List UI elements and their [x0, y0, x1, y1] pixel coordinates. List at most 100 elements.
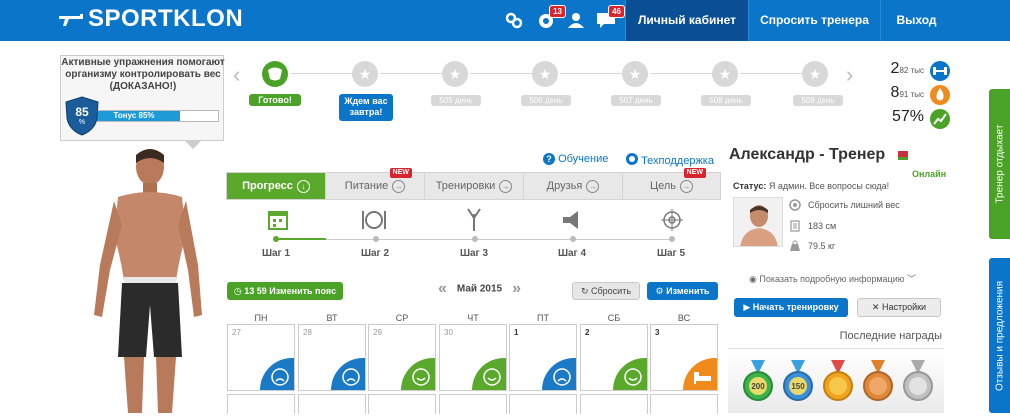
nav-ask-trainer[interactable]: Спросить тренера [748, 0, 880, 41]
tab-goal[interactable]: Цель → NEW [623, 168, 720, 199]
play-icon: ▶ [743, 302, 751, 312]
steps-line-active [276, 238, 326, 240]
medal-green[interactable]: 200 [741, 360, 775, 412]
link-icon[interactable] [503, 10, 525, 30]
plate-cutlery-icon[interactable] [360, 207, 388, 233]
side-tab-feedback[interactable]: Отзывы и предложения [989, 258, 1010, 413]
messages-icon[interactable]: 46 [595, 5, 625, 30]
calendar-day[interactable] [509, 394, 577, 414]
timeline-day-label: 506 день [521, 95, 571, 106]
calendar-day[interactable] [298, 394, 366, 414]
link-support-label: Техподдержка [641, 155, 714, 167]
tab-friends-label: Друзья [546, 180, 583, 192]
status-label: Статус: [733, 181, 767, 191]
messages-badge: 46 [608, 5, 625, 18]
info-box: Активные упражнения помогают организму к… [60, 55, 225, 141]
flag-icon [896, 151, 908, 160]
change-button[interactable]: ⚙ Изменить [647, 282, 718, 300]
gear-icon: ⚙ [655, 286, 664, 296]
calendar-day[interactable]: 28 [298, 324, 366, 391]
step-label[interactable]: Шаг 5 [641, 248, 701, 259]
arrow-right-icon: → [392, 179, 406, 193]
timeline-line [740, 73, 802, 74]
notifications-icon[interactable]: 13 [536, 5, 566, 30]
change-label: Изменить [666, 286, 710, 296]
calendar-day[interactable]: 1 [509, 324, 577, 391]
calendar-day[interactable]: 2 [580, 324, 648, 391]
calendar-day[interactable] [368, 394, 436, 414]
megaphone-icon[interactable] [558, 207, 586, 233]
shield-value: 85 [75, 105, 89, 119]
timeline-node-star[interactable]: ★ [532, 61, 558, 87]
link-support[interactable]: Техподдержка [626, 153, 714, 167]
timeline-node-star[interactable]: ★ [352, 61, 378, 87]
start-workout-button[interactable]: ▶ Начать тренировку [734, 298, 848, 317]
timeline-node-star[interactable]: ★ [442, 61, 468, 87]
nav-personal-cabinet[interactable]: Личный кабинет [625, 0, 748, 41]
step-label[interactable]: Шаг 4 [542, 248, 602, 259]
medal-gold[interactable] [821, 360, 855, 412]
trainer-name[interactable]: Александр - Тренер [729, 146, 885, 164]
tab-progress[interactable]: Прогресс ↓ [227, 173, 326, 199]
stat-progress-value: 57% [891, 108, 924, 125]
weekday-label: СБ [607, 313, 621, 323]
calendar-icon[interactable] [264, 207, 292, 233]
happy-face-icon [401, 358, 435, 390]
reset-button[interactable]: ↻ Сбросить [572, 282, 640, 300]
timeline-node-star[interactable]: ★ [802, 61, 828, 87]
logo-text[interactable]: SPORTKLON [88, 5, 243, 33]
trainer-avatar[interactable] [733, 197, 783, 247]
dumbbell-icon [930, 61, 950, 81]
nav-exit[interactable]: Выход [880, 0, 952, 41]
shield-badge: 85 % [65, 96, 99, 136]
timeline-node-star[interactable]: ★ [622, 61, 648, 87]
friends-icon[interactable] [565, 10, 587, 30]
side-tab-trainer-resting[interactable]: Тренер отдыхает [989, 89, 1010, 239]
side-tab-trainer-resting-label: Тренер отдыхает [994, 124, 1005, 204]
change-belt-button[interactable]: ◷ 13 59 Изменить пояс [227, 282, 343, 300]
prev-month-icon[interactable]: « [438, 280, 447, 297]
stat-calories: 891 тыс [872, 84, 924, 102]
settings-button[interactable]: ✕ Настройки [857, 298, 941, 317]
eye-icon: ◉ [749, 274, 757, 284]
tab-nutrition[interactable]: Питание → NEW [326, 168, 425, 199]
calendar-day[interactable] [580, 394, 648, 414]
step-label[interactable]: Шаг 1 [246, 248, 306, 259]
step-label[interactable]: Шаг 2 [345, 248, 405, 259]
timeline-node-star[interactable]: ★ [712, 61, 738, 87]
medal-bronze[interactable] [861, 360, 895, 412]
timeline-node-done[interactable] [262, 61, 288, 87]
tab-friends[interactable]: Друзья → [524, 173, 623, 199]
timeline-prev-arrow[interactable]: ‹ [233, 62, 240, 88]
calendar-day[interactable]: 3 [650, 324, 718, 391]
calendar-day[interactable]: 27 [227, 324, 295, 391]
clock-icon: ◷ [233, 286, 242, 296]
logo-gun-icon [59, 14, 83, 26]
calendar-day[interactable] [439, 394, 507, 414]
step-dot [669, 236, 675, 242]
trainer-height: 183 см [808, 221, 837, 231]
step-label[interactable]: Шаг 3 [444, 248, 504, 259]
calendar-day[interactable] [650, 394, 718, 414]
day-number: 3 [655, 328, 660, 337]
calendar-day[interactable] [227, 394, 295, 414]
month-switcher: « Май 2015 » [428, 280, 531, 298]
show-more-info-link[interactable]: ◉ Показать подробную информацию ﹀ [749, 272, 916, 285]
trainer-weight: 79.5 кг [808, 241, 836, 251]
step-dot-active [273, 236, 279, 242]
growth-chart-icon [930, 109, 950, 129]
medal-silver[interactable] [901, 360, 935, 412]
online-status: Онлайн [912, 169, 947, 179]
tab-workouts[interactable]: Тренировки → [425, 173, 524, 199]
stat-progress: 57% [872, 108, 924, 126]
stretching-person-icon[interactable] [460, 207, 488, 233]
target-icon[interactable] [658, 207, 686, 233]
link-learning[interactable]: ? Обучение [543, 153, 608, 165]
weekday-label: ВС [677, 313, 691, 323]
link-learning-label: Обучение [558, 153, 609, 165]
medal-blue[interactable]: 150 [781, 360, 815, 412]
timeline-next-arrow[interactable]: › [846, 62, 853, 88]
calendar-day[interactable]: 29 [368, 324, 436, 391]
next-month-icon[interactable]: » [512, 280, 521, 297]
calendar-day[interactable]: 30 [439, 324, 507, 391]
